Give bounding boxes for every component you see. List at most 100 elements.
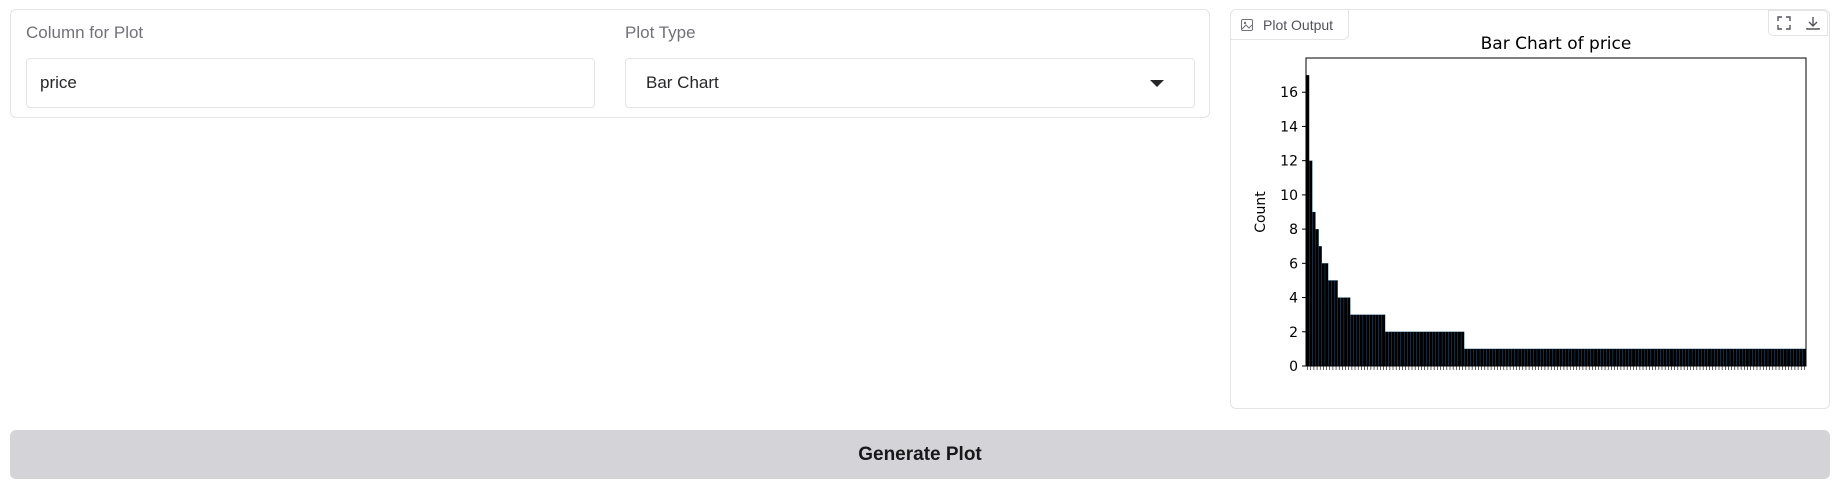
chart-bar (1508, 348, 1512, 367)
chart-bar (1641, 348, 1645, 367)
chart-bar (1479, 348, 1484, 367)
chart-bar (1473, 348, 1478, 367)
chart-bar (1619, 348, 1623, 367)
chart-bar (1391, 331, 1395, 367)
chart-bar (1454, 331, 1459, 367)
chart-bar (1710, 348, 1715, 367)
chart-bar (1511, 348, 1515, 367)
chart-bar (1540, 348, 1544, 367)
chart-bar (1410, 331, 1414, 367)
chart-bar (1739, 348, 1743, 367)
chart-bar (1669, 348, 1674, 367)
chart-bar (1764, 348, 1769, 367)
chart-bar (1441, 331, 1446, 367)
chart-bar (1647, 348, 1652, 367)
chart-bar (1337, 297, 1341, 367)
chart-bar (1353, 314, 1357, 367)
chart-bar (1505, 348, 1509, 367)
chart-bar (1593, 348, 1598, 367)
chart-bar (1334, 280, 1338, 367)
chart-bar (1644, 348, 1648, 367)
chart-bar (1460, 331, 1465, 367)
chart-bar (1356, 314, 1360, 367)
chart-bar (1347, 297, 1351, 367)
chart-bar (1486, 348, 1490, 367)
chart-bar (1413, 331, 1417, 367)
chart-bar (1438, 331, 1443, 367)
chart-bar (1394, 331, 1398, 367)
plot-type-dropdown[interactable]: Bar Chart (625, 58, 1195, 108)
chart-bar (1457, 331, 1462, 367)
chart-bar (1498, 348, 1503, 367)
chart-bar (1483, 348, 1487, 367)
bar-chart: Bar Chart of price 0 2 4 6 8 10 12 14 16 Count (1253, 34, 1807, 375)
y-tick-label: 8 (1289, 222, 1298, 238)
chart-bar (1717, 348, 1721, 367)
chart-bar (1514, 348, 1519, 367)
chart-bar (1359, 314, 1364, 367)
chart-bar (1416, 331, 1421, 367)
chart-bar (1616, 348, 1620, 367)
chart-bar (1676, 348, 1680, 367)
y-axis-label: Count (1253, 191, 1269, 233)
chart-bar (1369, 314, 1373, 367)
chart-bar (1666, 348, 1671, 367)
generate-plot-button[interactable]: Generate Plot (10, 430, 1830, 479)
chart-bar (1663, 348, 1667, 367)
chevron-down-icon (1150, 80, 1164, 87)
chart-bar (1786, 348, 1791, 367)
chart-bar (1733, 348, 1737, 367)
chart-bar (1634, 348, 1639, 367)
input-panel: Column for Plot price Plot Type Bar Char… (10, 9, 1210, 118)
chart-bar (1549, 348, 1553, 367)
chart-bar (1419, 331, 1424, 367)
chart-bar (1682, 348, 1686, 367)
chart-bar (1603, 348, 1607, 367)
chart-bar (1309, 160, 1313, 367)
chart-bar (1324, 263, 1329, 367)
chart-bar (1606, 348, 1610, 367)
y-tick-label: 2 (1289, 325, 1298, 341)
chart-bar (1502, 348, 1506, 367)
chart-bar (1536, 348, 1541, 367)
chart-bar (1625, 348, 1629, 367)
column-input[interactable]: price (26, 58, 595, 108)
chart-bar (1752, 348, 1756, 367)
chart-bar (1774, 348, 1778, 367)
chart-bar (1638, 348, 1642, 367)
chart-bar (1318, 246, 1322, 367)
chart-bar (1628, 348, 1633, 367)
chart-bar (1609, 348, 1614, 367)
chart-bar (1407, 331, 1411, 367)
chart-bar (1375, 314, 1379, 367)
chart-bar (1571, 348, 1576, 367)
chart-bar (1720, 348, 1724, 367)
chart-bar (1445, 331, 1449, 367)
chart-bar (1527, 348, 1531, 367)
chart-bar (1397, 331, 1402, 367)
chart-bar (1552, 348, 1557, 367)
chart-bar (1790, 348, 1794, 367)
chart-bar (1723, 348, 1728, 367)
chart-bar (1559, 348, 1563, 367)
chart-bar (1372, 314, 1376, 367)
chart-bar (1568, 348, 1572, 367)
chart-bar (1533, 348, 1538, 367)
chart-bar (1384, 331, 1389, 367)
chart-bar (1691, 348, 1696, 367)
chart-bar (1574, 348, 1579, 367)
chart-bar (1631, 348, 1636, 367)
chart-bar (1331, 280, 1335, 367)
chart-bar (1435, 331, 1440, 367)
chart-bar (1562, 348, 1566, 367)
chart-bar (1315, 228, 1319, 367)
chart-bar (1597, 348, 1601, 367)
chart-bar (1650, 348, 1655, 367)
chart-bar (1653, 348, 1658, 367)
y-tick-label: 14 (1280, 119, 1298, 135)
chart-bar (1381, 314, 1386, 367)
chart-bar (1600, 348, 1604, 367)
chart-bar (1698, 348, 1702, 367)
chart-bar (1366, 314, 1370, 367)
chart-bar (1543, 348, 1547, 367)
